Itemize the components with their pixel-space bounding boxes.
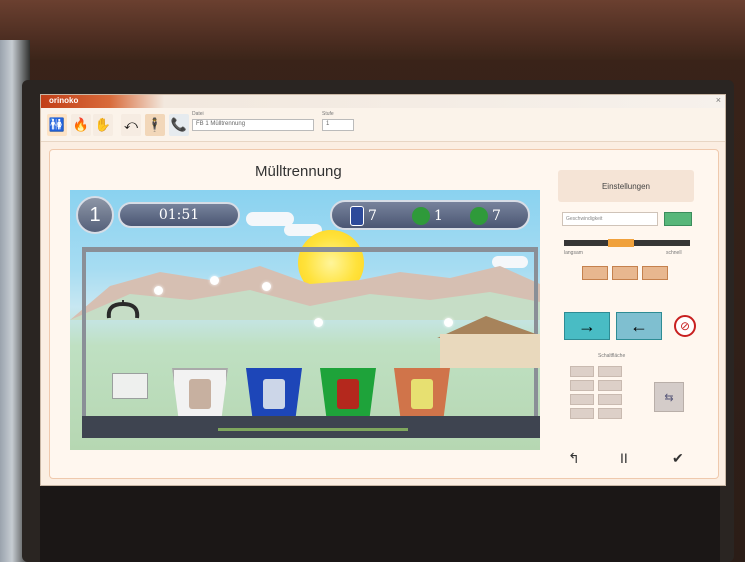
close-icon[interactable]: ×	[716, 95, 721, 105]
grid-cell[interactable]	[598, 366, 622, 377]
recycle-icon	[412, 207, 430, 225]
level-indicator: 1	[76, 196, 114, 234]
level-field[interactable]: 1	[322, 119, 354, 131]
recycle-leaf-icon	[470, 207, 488, 225]
players-icon[interactable]: 🚻	[47, 114, 67, 136]
leaf-icon	[411, 379, 433, 409]
settings-heading: Einstellungen	[558, 170, 694, 202]
slider-left-label: langsam	[564, 250, 583, 256]
timer: 01:51	[118, 202, 240, 228]
counter-recycle-value: 1	[434, 208, 443, 224]
speed-slider[interactable]	[564, 239, 690, 247]
mode-button-1[interactable]	[582, 266, 608, 280]
grid-cell[interactable]	[598, 408, 622, 419]
bottle-icon	[337, 379, 359, 409]
game-title: Mülltrennung	[255, 163, 342, 180]
slider-right-label: schnell	[666, 250, 682, 256]
bulb-item	[314, 318, 323, 327]
speed-field[interactable]: Geschwindigkeit	[562, 212, 658, 226]
confirm-speed-button[interactable]	[664, 212, 692, 226]
score-hud: 7 1 7	[330, 200, 530, 230]
mode-button-3[interactable]	[642, 266, 668, 280]
bin-paper[interactable]	[172, 368, 228, 420]
grid-cell[interactable]	[598, 380, 622, 391]
app-window: orinoko × 🚻 🔥 ✋ ⤺ 🕴 📞 Datei FB 1 Mülltre…	[40, 94, 726, 486]
grid-cell[interactable]	[570, 380, 594, 391]
paper-icon	[189, 379, 211, 409]
hand-icon[interactable]: ✋	[93, 114, 113, 136]
bulb-item	[210, 276, 219, 285]
mail-icon	[112, 373, 148, 399]
rail-post-left	[82, 247, 86, 422]
ok-button[interactable]: ✔	[672, 450, 684, 467]
slider-knob[interactable]	[608, 239, 634, 247]
house	[440, 334, 540, 368]
counter-can-value: 7	[368, 208, 377, 224]
grid-label: Schaltfläche	[598, 353, 626, 359]
background-wall	[0, 0, 745, 60]
bulb-item	[262, 282, 271, 291]
grid-cell[interactable]	[570, 394, 594, 405]
pause-button[interactable]: II	[620, 450, 628, 466]
mode-button-2[interactable]	[612, 266, 638, 280]
monitor-bottom	[40, 485, 720, 562]
mute-icon[interactable]: ⊘	[674, 315, 696, 337]
progress-line	[218, 428, 408, 431]
move-left-button[interactable]: ←	[616, 312, 662, 340]
hud-left: 1 01:51	[76, 196, 241, 234]
bulb-item	[154, 286, 163, 295]
crane-claw[interactable]	[103, 300, 143, 320]
game-panel: Mülltrennung 1 01:51 7 1 7 Einstellungen…	[49, 149, 719, 479]
bin-metal[interactable]	[246, 368, 302, 420]
counter-can: 7	[350, 205, 377, 227]
level-field-label: Stufe	[322, 111, 334, 117]
toolbar: 🚻 🔥 ✋ ⤺ 🕴 📞 Datei FB 1 Mülltrennung Stuf…	[41, 108, 725, 142]
title-bar: orinoko ×	[41, 95, 725, 108]
grid-cell[interactable]	[570, 408, 594, 419]
swap-button[interactable]: ⇆	[654, 382, 684, 412]
bulb-item	[444, 318, 453, 327]
game-scene[interactable]: 1 01:51 7 1 7	[70, 190, 540, 450]
arrow-curve-icon[interactable]: ⤺	[121, 114, 141, 136]
settings-panel: Einstellungen Geschwindigkeit langsam sc…	[558, 170, 696, 470]
fire-icon[interactable]: 🔥	[71, 114, 91, 136]
file-field-label: Datei	[192, 111, 204, 117]
grid-cell[interactable]	[570, 366, 594, 377]
counter-leaf-value: 7	[492, 208, 501, 224]
counter-recycle: 1	[412, 205, 443, 227]
can-icon	[263, 379, 285, 409]
figure-icon[interactable]: 🕴	[145, 114, 165, 136]
crane-rail	[82, 247, 538, 252]
counter-leaf: 7	[470, 205, 501, 227]
file-field[interactable]: FB 1 Mülltrennung	[192, 119, 314, 131]
bin-organic[interactable]	[394, 368, 450, 420]
phone-icon[interactable]: 📞	[169, 114, 189, 136]
conveyor-floor	[82, 416, 540, 438]
app-title: orinoko	[49, 96, 79, 105]
grid-cell[interactable]	[598, 394, 622, 405]
can-icon	[350, 206, 364, 226]
move-right-button[interactable]: →	[564, 312, 610, 340]
back-button[interactable]: ↰	[568, 450, 580, 467]
bin-glass[interactable]	[320, 368, 376, 420]
